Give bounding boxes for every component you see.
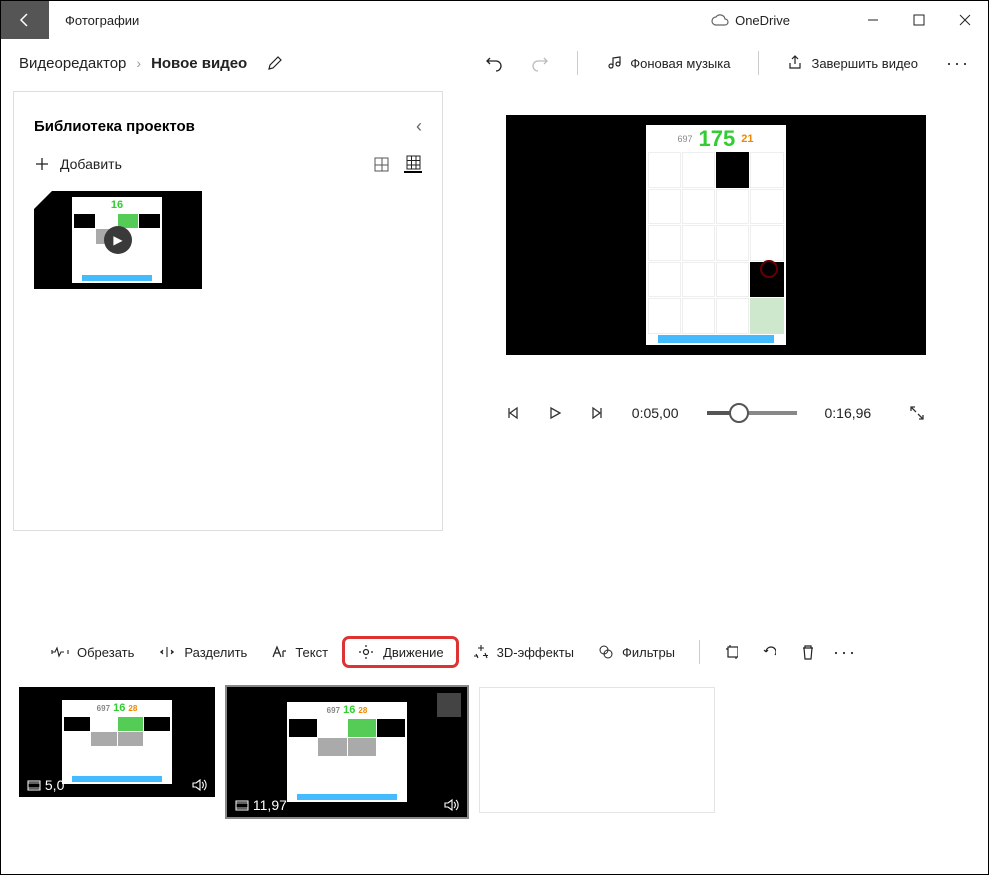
text-label: Текст (295, 645, 328, 660)
trim-button[interactable]: Обрезать (41, 639, 144, 666)
fullscreen-button[interactable] (909, 405, 925, 421)
preview-right: 21 (741, 133, 753, 145)
divider (577, 51, 578, 75)
text-icon (271, 645, 287, 659)
preview-left: 697 (678, 134, 693, 144)
clip-audio-icon (191, 778, 207, 792)
add-media-button[interactable]: Добавить (34, 156, 122, 172)
add-label: Добавить (60, 156, 122, 172)
split-icon (158, 645, 176, 659)
motion-icon (357, 644, 375, 660)
panel-title: Библиотека проектов (34, 118, 195, 135)
library-panel: Библиотека проектов ‹ Добавить 16 (13, 91, 443, 531)
filters-button[interactable]: Фильтры (588, 638, 685, 666)
pencil-icon (267, 55, 283, 71)
text-button[interactable]: Текст (261, 639, 338, 666)
play-icon: ▶ (104, 226, 132, 254)
trim-label: Обрезать (77, 645, 134, 660)
clip-audio-icon (443, 798, 459, 812)
timeline-empty-slot[interactable] (479, 687, 715, 813)
breadcrumb: Видеоредактор › Новое видео (19, 55, 283, 72)
clip-thumb: 697 16 28 (62, 700, 172, 784)
onedrive-label: OneDrive (735, 13, 790, 28)
view-large-button[interactable] (372, 155, 390, 173)
undo-icon (485, 54, 503, 72)
seek-slider[interactable] (707, 411, 797, 415)
timeline-clip-selected[interactable]: 697 16 28 11,97 (227, 687, 467, 817)
more-clip-button[interactable]: ··· (828, 636, 862, 669)
preview-main: 175 (699, 126, 736, 152)
preview-area: 697 175 21 0:05,00 0:16,96 (443, 87, 988, 617)
3d-effects-button[interactable]: 3D-эффекты (463, 638, 584, 666)
timeline-clip[interactable]: 697 16 28 5,0 (19, 687, 215, 797)
speaker-icon (443, 798, 459, 812)
playback-controls: 0:05,00 0:16,96 (506, 405, 926, 421)
clip-marker (437, 693, 461, 717)
current-time: 0:05,00 (632, 405, 679, 421)
preview-content: 697 175 21 (646, 125, 786, 345)
redo-icon (531, 54, 549, 72)
divider (758, 51, 759, 75)
onedrive-button[interactable]: OneDrive (711, 13, 790, 28)
app-title: Фотографии (65, 13, 139, 28)
toolbar: Видеоредактор › Новое видео Фоновая музы… (1, 39, 988, 87)
rotate-button[interactable] (752, 637, 786, 667)
clip-toolbar: Обрезать Разделить Текст Движение 3D-эфф… (1, 627, 988, 677)
thumb-score: 16 (74, 199, 160, 213)
speaker-icon (191, 778, 207, 792)
breadcrumb-current: Новое видео (151, 55, 247, 72)
background-music-button[interactable]: Фоновая музыка (606, 55, 730, 71)
trim-icon (51, 645, 69, 659)
chevron-right-icon: › (136, 55, 141, 71)
music-icon (606, 55, 622, 71)
divider (699, 640, 700, 664)
main-area: Библиотека проектов ‹ Добавить 16 (1, 87, 988, 617)
finish-label: Завершить видео (811, 56, 918, 71)
edit-title-button[interactable] (267, 55, 283, 71)
video-preview[interactable]: 697 175 21 (506, 115, 926, 355)
split-button[interactable]: Разделить (148, 639, 257, 666)
total-time: 0:16,96 (825, 405, 872, 421)
more-button[interactable]: ··· (946, 53, 970, 74)
next-frame-button[interactable] (590, 406, 604, 420)
crop-button[interactable] (714, 637, 748, 667)
rotate-icon (762, 643, 776, 661)
library-item[interactable]: 16 ▶ (34, 191, 202, 289)
motion-label: Движение (383, 645, 444, 660)
cloud-icon (711, 14, 729, 26)
clip-duration: 11,97 (235, 797, 287, 813)
filmstrip-icon (27, 780, 41, 791)
filters-label: Фильтры (622, 645, 675, 660)
filmstrip-icon (235, 800, 249, 811)
trash-icon (800, 643, 814, 661)
music-label: Фоновая музыка (630, 56, 730, 71)
finish-video-button[interactable]: Завершить видео (787, 55, 918, 71)
fx-label: 3D-эффекты (497, 645, 574, 660)
split-label: Разделить (184, 645, 247, 660)
view-small-button[interactable] (404, 155, 422, 173)
prev-frame-button[interactable] (506, 406, 520, 420)
undo-button[interactable] (485, 54, 503, 72)
export-icon (787, 55, 803, 71)
clip-thumb: 697 16 28 (287, 702, 407, 802)
maximize-button[interactable] (896, 1, 942, 39)
arrow-left-icon (17, 12, 33, 28)
crop-icon (724, 643, 738, 661)
titlebar: Фотографии OneDrive (1, 1, 988, 39)
delete-button[interactable] (790, 637, 824, 667)
close-button[interactable] (942, 1, 988, 39)
clip-duration: 5,0 (27, 777, 64, 793)
breadcrumb-root[interactable]: Видеоредактор (19, 55, 126, 72)
plus-icon (34, 156, 50, 172)
play-button[interactable] (548, 406, 562, 420)
collapse-panel-button[interactable]: ‹ (416, 116, 422, 137)
minimize-button[interactable] (850, 1, 896, 39)
motion-button[interactable]: Движение (342, 636, 459, 668)
fold-indicator (34, 191, 52, 209)
back-button[interactable] (1, 1, 49, 39)
redo-button[interactable] (531, 54, 549, 72)
filters-icon (598, 644, 614, 660)
timeline: 697 16 28 5,0 697 16 28 11,97 (1, 677, 988, 827)
sparkle-icon (473, 644, 489, 660)
